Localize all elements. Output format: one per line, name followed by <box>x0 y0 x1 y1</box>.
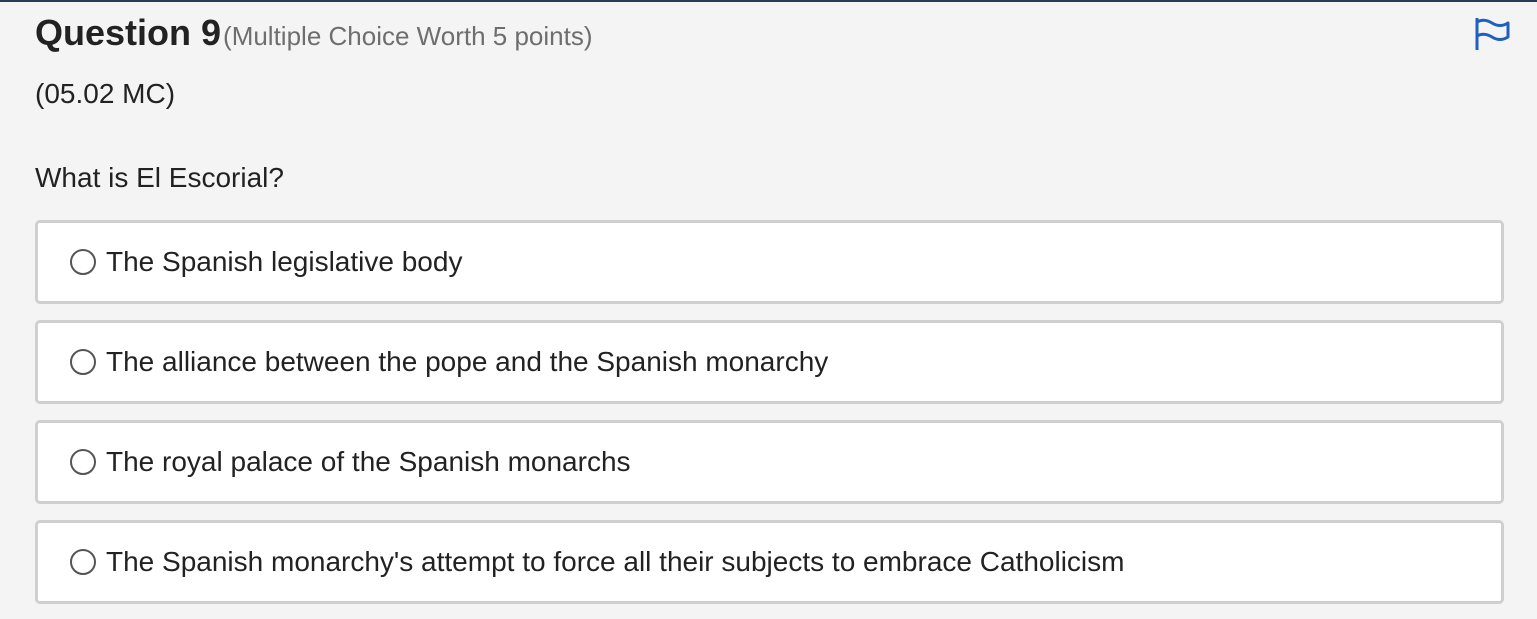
question-prompt: What is El Escorial? <box>35 162 284 193</box>
radio-button[interactable] <box>70 449 96 475</box>
answer-option-label: The Spanish monarchy's attempt to force … <box>106 546 1125 577</box>
question-meta: (Multiple Choice Worth 5 points) <box>223 21 593 51</box>
question-title: Question 9 <box>35 12 222 53</box>
flag-icon <box>1475 18 1510 50</box>
answer-option-2[interactable]: The alliance between the pope and the Sp… <box>35 320 1504 404</box>
answer-option-1[interactable]: The Spanish legislative body <box>35 220 1504 304</box>
flag-question-button[interactable] <box>1472 16 1512 52</box>
answer-option-4[interactable]: The Spanish monarchy's attempt to force … <box>35 520 1504 604</box>
answer-option-label: The royal palace of the Spanish monarchs <box>106 446 631 477</box>
answer-option-3[interactable]: The royal palace of the Spanish monarchs <box>35 420 1504 504</box>
answer-option-label: The Spanish legislative body <box>106 246 463 277</box>
radio-button[interactable] <box>70 349 96 375</box>
answer-option-label: The alliance between the pope and the Sp… <box>106 346 829 377</box>
question-header: Question 9 (Multiple Choice Worth 5 poin… <box>35 12 592 54</box>
top-divider <box>0 0 1537 2</box>
question-code: (05.02 MC) <box>35 78 176 109</box>
radio-button[interactable] <box>70 249 96 275</box>
radio-button[interactable] <box>70 549 96 575</box>
